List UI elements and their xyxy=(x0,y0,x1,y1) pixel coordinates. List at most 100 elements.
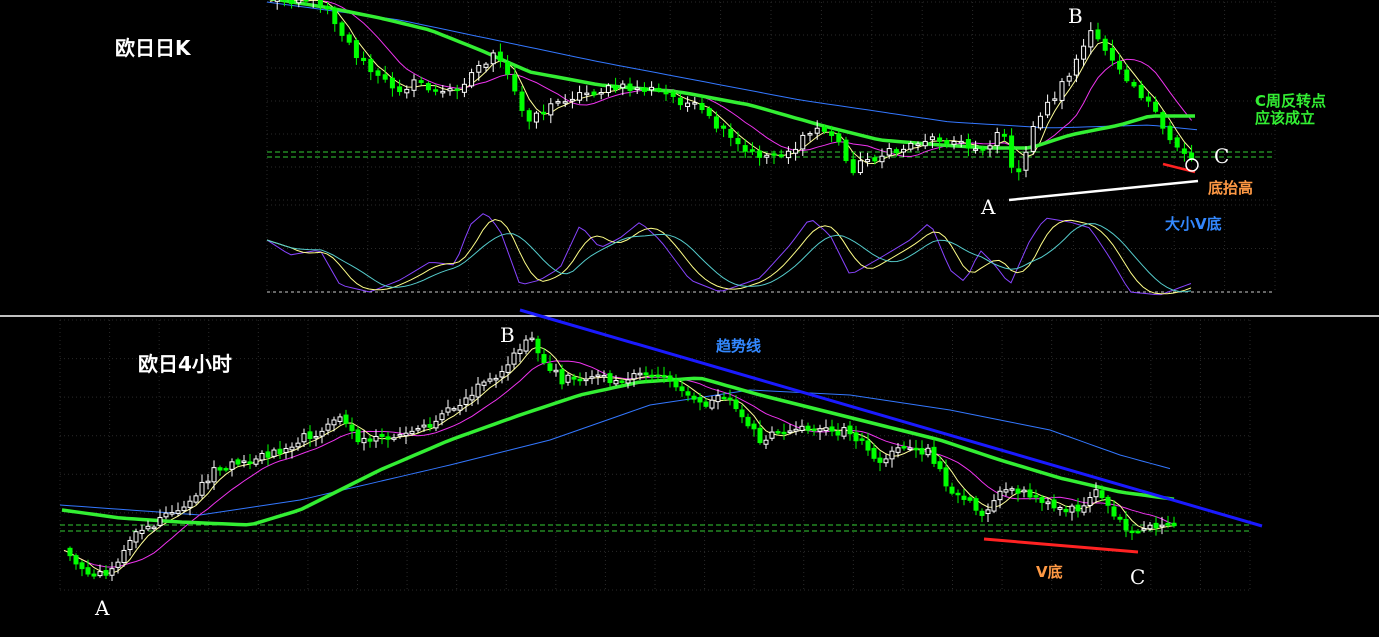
candle-body xyxy=(879,155,885,163)
candle-body xyxy=(1123,518,1129,531)
candle-body xyxy=(373,435,379,442)
candle-body xyxy=(958,140,964,144)
daily-note-established: 应该成立 xyxy=(1255,109,1315,127)
candle-body xyxy=(157,517,163,526)
candle-body xyxy=(721,396,727,400)
candle-body xyxy=(512,74,518,92)
candle-body xyxy=(199,481,205,496)
candle-body xyxy=(427,424,433,428)
candle-body xyxy=(859,438,865,441)
candle-body xyxy=(1109,47,1115,61)
candle-body xyxy=(733,399,739,410)
candle-body xyxy=(715,395,721,403)
candle-body xyxy=(541,111,547,115)
candle-body xyxy=(811,428,817,432)
candle-body xyxy=(259,452,265,461)
candle-body xyxy=(271,449,277,457)
candle-body xyxy=(1045,501,1051,505)
candle-body xyxy=(307,431,313,440)
candle-body xyxy=(296,0,302,4)
candle-body xyxy=(349,424,355,432)
candle-body xyxy=(559,369,565,385)
candle-body xyxy=(951,141,957,145)
candle-body xyxy=(1145,96,1151,102)
candle-body xyxy=(337,416,343,422)
candle-body xyxy=(980,148,986,151)
candle-body xyxy=(85,567,91,575)
candle-body xyxy=(375,70,381,76)
candle-body xyxy=(979,510,985,516)
candle-body xyxy=(454,88,460,92)
oscillator-grid xyxy=(266,204,1276,293)
candle-body xyxy=(127,539,133,551)
daily-point-a: A xyxy=(980,195,996,219)
daily-panel-title: 欧日日K xyxy=(115,36,192,60)
chart-stage: 欧日日K 欧日4小时 B A C C周反转点 应该成立 底抬高 大小V底 B A… xyxy=(0,0,1379,637)
candle-body xyxy=(985,509,991,515)
candle-body xyxy=(469,394,475,401)
candle-body xyxy=(274,0,280,2)
candle-body xyxy=(277,448,283,455)
candle-body xyxy=(865,440,871,451)
candle-body xyxy=(967,497,973,501)
candle-body xyxy=(519,91,525,111)
candle-body xyxy=(283,447,289,453)
candle-body xyxy=(1039,496,1045,503)
osc-signal-line xyxy=(266,218,1192,295)
candle-body xyxy=(937,137,943,142)
candle-body xyxy=(325,5,331,10)
h4-v-bottom-line xyxy=(983,537,1139,554)
candle-body xyxy=(469,72,475,87)
candle-body xyxy=(871,447,877,459)
candle-body xyxy=(409,430,415,435)
candle-body xyxy=(591,91,597,96)
candle-body xyxy=(91,573,97,577)
candle-body xyxy=(361,57,367,62)
candle-body xyxy=(463,397,469,405)
candle-body xyxy=(145,525,151,530)
candle-body xyxy=(1189,152,1195,160)
candle-body xyxy=(1093,489,1099,498)
daily-grid xyxy=(266,1,1276,201)
candle-body xyxy=(901,148,907,153)
candle-body xyxy=(295,442,301,448)
candle-body xyxy=(739,409,745,418)
candle-body xyxy=(677,97,683,106)
candle-body xyxy=(821,126,827,132)
candle-body xyxy=(589,376,595,379)
candle-body xyxy=(439,413,445,421)
candle-body xyxy=(613,380,619,385)
candle-body xyxy=(211,467,217,483)
candle-body xyxy=(577,378,583,382)
candle-body xyxy=(1016,168,1022,173)
candle-body xyxy=(533,112,539,123)
h4-trendline-label: 趋势线 xyxy=(716,337,761,355)
candle-body xyxy=(692,102,698,105)
candle-body xyxy=(389,77,395,89)
daily-point-b: B xyxy=(1068,4,1083,28)
candle-body xyxy=(685,391,691,396)
candle-body xyxy=(829,426,835,432)
candle-body xyxy=(771,153,777,156)
candle-body xyxy=(889,450,895,460)
candle-body xyxy=(425,83,431,91)
candle-body xyxy=(901,445,907,449)
candle-body xyxy=(187,500,193,508)
candle-body xyxy=(571,376,577,380)
candle-body xyxy=(877,457,883,463)
candle-body xyxy=(713,116,719,129)
candle-body xyxy=(526,110,532,122)
candle-body xyxy=(555,101,561,104)
candle-body xyxy=(235,459,241,465)
candle-body xyxy=(1105,496,1111,506)
candle-body xyxy=(631,373,637,380)
candle-body xyxy=(475,383,481,398)
candle-body xyxy=(785,150,791,159)
candle-body xyxy=(569,98,575,102)
candle-body xyxy=(433,89,439,92)
candle-body xyxy=(1135,530,1141,534)
candle-body xyxy=(445,407,451,413)
candle-body xyxy=(637,372,643,376)
candle-body xyxy=(289,446,295,451)
candle-body xyxy=(1165,522,1171,526)
